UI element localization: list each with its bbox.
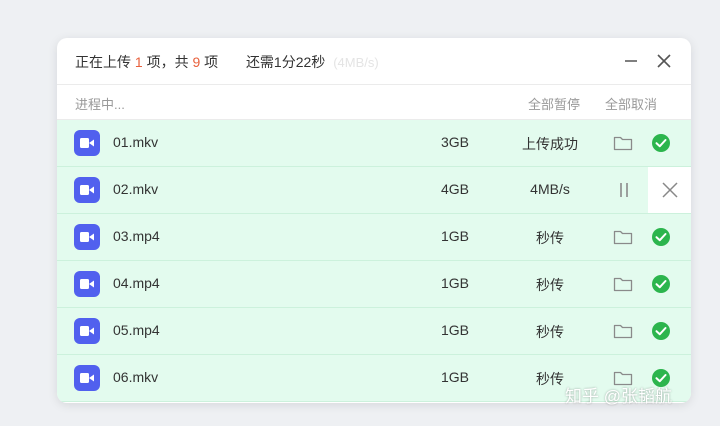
video-file-icon bbox=[74, 177, 100, 203]
success-check-icon bbox=[651, 321, 671, 346]
video-file-icon bbox=[74, 130, 100, 156]
success-check-icon bbox=[651, 133, 671, 158]
file-name: 03.mp4 bbox=[113, 228, 160, 244]
file-name: 01.mkv bbox=[113, 134, 159, 150]
video-file-icon bbox=[74, 318, 100, 344]
file-status: 4MB/s bbox=[530, 181, 570, 197]
file-row: 04.mp4 1GB 秒传 bbox=[57, 261, 691, 308]
file-name: 04.mp4 bbox=[113, 275, 160, 291]
file-status: 秒传 bbox=[536, 324, 564, 340]
pause-icon[interactable] bbox=[614, 180, 634, 205]
file-size: 1GB bbox=[440, 369, 469, 385]
file-name: 06.mkv bbox=[113, 369, 159, 385]
cancel-all-button[interactable]: 全部取消 bbox=[605, 94, 657, 113]
folder-icon[interactable] bbox=[613, 229, 633, 250]
progress-label: 进程中... bbox=[75, 97, 125, 112]
file-status: 秒传 bbox=[536, 277, 564, 293]
upload-status: 正在上传 1 项，共 9 项 还需1分22秒 (4MB/s) bbox=[75, 52, 379, 72]
file-row: 02.mkv 4GB 4MB/s bbox=[57, 167, 691, 214]
file-row: 01.mkv 3GB 上传成功 bbox=[57, 120, 691, 167]
minimize-icon[interactable] bbox=[621, 51, 641, 71]
file-name: 02.mkv bbox=[113, 181, 159, 197]
status-prefix: 正在上传 bbox=[75, 54, 131, 70]
panel-header: 正在上传 1 项，共 9 项 还需1分22秒 (4MB/s) bbox=[57, 38, 691, 85]
close-icon[interactable] bbox=[654, 51, 674, 71]
folder-icon[interactable] bbox=[613, 276, 633, 297]
remaining-time: 还需1分22秒 bbox=[245, 54, 326, 70]
watermark: 知乎 @张韬航 bbox=[565, 387, 672, 406]
success-check-icon bbox=[651, 227, 671, 252]
uploading-count: 1 bbox=[134, 54, 143, 70]
file-size: 1GB bbox=[440, 322, 469, 338]
file-row: 05.mp4 1GB 秒传 bbox=[57, 308, 691, 355]
panel-subheader: 进程中... 全部暂停 全部取消 bbox=[57, 85, 691, 120]
cancel-icon[interactable] bbox=[648, 167, 691, 213]
file-list: 01.mkv 3GB 上传成功 02.mkv 4GB 4MB/s 03.mp4 1GB 秒传 04… bbox=[57, 120, 691, 402]
success-check-icon bbox=[651, 274, 671, 299]
faded-speed: (4MB/s) bbox=[333, 55, 379, 70]
total-count: 9 bbox=[192, 54, 201, 70]
file-size: 1GB bbox=[440, 228, 469, 244]
status-suffix: 项 bbox=[204, 54, 219, 70]
file-row: 03.mp4 1GB 秒传 bbox=[57, 214, 691, 261]
folder-icon[interactable] bbox=[613, 323, 633, 344]
file-size: 4GB bbox=[440, 181, 469, 197]
video-file-icon bbox=[74, 224, 100, 250]
file-status: 秒传 bbox=[536, 230, 564, 246]
upload-panel: 正在上传 1 项，共 9 项 还需1分22秒 (4MB/s) 进程中... 全部… bbox=[57, 38, 691, 403]
file-size: 1GB bbox=[440, 275, 469, 291]
file-size: 3GB bbox=[440, 134, 469, 150]
status-mid: 项，共 bbox=[146, 54, 189, 70]
file-name: 05.mp4 bbox=[113, 322, 160, 338]
folder-icon[interactable] bbox=[613, 135, 633, 156]
pause-all-button[interactable]: 全部暂停 bbox=[528, 94, 580, 113]
video-file-icon bbox=[74, 271, 100, 297]
file-status: 上传成功 bbox=[522, 136, 578, 152]
video-file-icon bbox=[74, 365, 100, 391]
